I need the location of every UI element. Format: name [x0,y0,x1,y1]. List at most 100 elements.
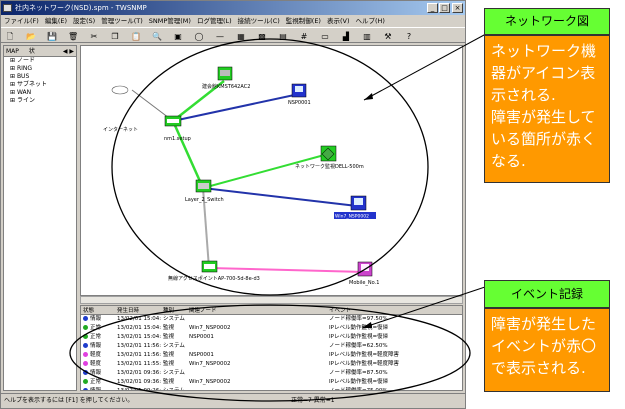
help-icon[interactable]: ? [403,30,415,42]
save-icon[interactable]: 💾 [46,30,58,42]
node-mobile[interactable]: Mobile_No.1 [349,261,379,286]
cell-spacer [239,333,327,342]
node-monitor[interactable]: ネットワーク監視DELL-500m [295,145,364,170]
group-icon[interactable]: ▦ [235,30,247,42]
cell-node: Win7_NSP0002 [189,379,231,385]
table-row[interactable]: 正常 13/02/01 09:36:18監視 Win7_NSP0002 IPレベル動作… [81,378,462,387]
cell-spacer [239,324,327,333]
cut-icon[interactable]: ✂ [88,30,100,42]
cell-state: 正常 [90,379,102,385]
cell-state: 情報 [90,343,102,349]
event-callout-title: イベント記録 [484,280,610,308]
link-l2switch-win7 [202,187,358,207]
menu-item-9[interactable]: ヘルプ(H) [353,17,388,25]
tool-icon[interactable]: ⚒ [382,30,394,42]
ring-icon[interactable]: ◯ [193,30,205,42]
expand-icon[interactable]: ⊞ [10,65,17,72]
tree-item[interactable]: ⊞ ノード [4,57,76,65]
copy-icon[interactable]: ❐ [109,30,121,42]
table-row[interactable]: 軽度 13/02/01 11:55:22監視 Win7_NSP0002 IPレベル動作… [81,360,462,369]
node-server-kmst[interactable]: 建会館KMST642AC2 [202,66,250,90]
trash-icon[interactable]: 🗑 [67,30,79,42]
cell-spacer [239,369,327,378]
menu-item-3[interactable]: 管理ツール(T) [98,17,146,25]
table-row[interactable]: 軽度 13/02/01 11:56:15監視 NSP0001 IPレベル動作監視=軽度… [81,351,462,360]
expand-icon[interactable]: ⊞ [10,89,17,96]
table-icon[interactable]: ▤ [277,30,289,42]
cell-event: IPレベル動作監視=復帰 [329,334,389,340]
menu-item-7[interactable]: 監視制御(E) [283,17,324,25]
tree-tabs: MAP 状 ◀ ▶ [4,46,76,57]
table-row[interactable]: 情報 13/02/01 09:36:43システム ノード稼働率=87.50% [81,369,462,378]
title-bar[interactable]: 社内ネットワーク(NSD).spm - TWSNMP _ □ × [1,1,465,15]
tree-item[interactable]: ⊞ WAN [4,89,76,97]
network-map-canvas: 建会館KMST642AC2 NSP0001 インターネット nm1.setup … [103,66,379,286]
expand-icon[interactable]: ⊞ [10,81,17,88]
tree-item[interactable]: ⊞ BUS [4,73,76,81]
menu-item-1[interactable]: 編集(E) [42,17,70,25]
cell-spacer [239,387,327,390]
doc-icon[interactable]: ▭ [319,30,331,42]
find-icon[interactable]: 🔍 [151,30,163,42]
expand-icon[interactable]: ⊞ [10,57,17,64]
column-node[interactable]: 関連ノード [187,306,239,314]
cell-event: IPレベル動作監視=復帰 [329,325,389,331]
node-label-nsp0001: NSP0001 [288,100,311,106]
event-log-table[interactable]: 状態 発生日時 種別 関連ノード イベント 情報 13/02/01 15:04:4… [80,305,463,391]
node-icon[interactable]: ▣ [172,30,184,42]
column-event[interactable]: イベント [327,306,462,314]
node-access-point[interactable]: 無線アクセスポイントAP-700-5d-8e-d3 [168,260,260,282]
node-internet[interactable]: インターネット [103,85,138,133]
line-icon[interactable]: — [214,30,226,42]
paste-icon[interactable]: 📋 [130,30,142,42]
tree-item[interactable]: ⊞ RING [4,65,76,73]
grid-icon[interactable]: # [298,30,310,42]
cell-node: NSP0001 [189,334,214,340]
open-icon[interactable]: 📂 [25,30,37,42]
table-row[interactable]: 情報 13/02/01 09:26:43システム ノード稼働率=75.00% [81,387,462,390]
image-icon[interactable]: ▩ [256,30,268,42]
tab-status[interactable]: 状 [29,48,35,55]
column-state[interactable]: 状態 [81,306,115,314]
column-kind[interactable]: 種別 [161,306,187,314]
minimize-button[interactable]: _ [427,3,438,13]
menu-item-8[interactable]: 表示(V) [324,17,353,25]
menu-item-2[interactable]: 設定(S) [70,17,98,25]
table-row[interactable]: 情報 13/02/01 15:04:43システム ノード稼働率=97.50% [81,315,462,324]
node-win7[interactable]: Win7_NSP0002 [334,195,376,220]
menu-item-5[interactable]: ログ管理(L) [194,17,235,25]
tab-scroll-arrows[interactable]: ◀ ▶ [63,46,74,57]
expand-icon[interactable]: ⊞ [10,73,17,80]
chart-icon[interactable]: ▟ [340,30,352,42]
table-row[interactable]: 正常 13/02/01 15:04:13監視 Win7_NSP0002 IPレベル動作… [81,324,462,333]
cell-kind: システム [163,343,185,349]
network-map[interactable]: 建会館KMST642AC2 NSP0001 インターネット nm1.setup … [80,45,463,296]
map-horizontal-scrollbar[interactable] [80,296,463,304]
expand-icon[interactable]: ⊞ [10,97,17,104]
tree-panel[interactable]: MAP 状 ◀ ▶ ⊞ ノード ⊞ RING ⊞ BUS ⊞ サブネット ⊞ WAN ⊞ … [3,45,77,391]
network-callout-body: ネットワーク機 器がアイコン表 示される. 障害が発生して いる箇所が赤く なる… [484,35,610,183]
state-dot-icon [83,370,88,375]
menu-item-0[interactable]: ファイル(F) [1,17,42,25]
mib-icon[interactable]: ▥ [361,30,373,42]
cell-event: IPレベル動作監視=復帰 [329,379,389,385]
table-row[interactable]: 正常 13/02/01 15:04:05監視 NSP0001 IPレベル動作監視=復帰 [81,333,462,342]
menu-item-4[interactable]: SNMP管理(M) [146,17,194,25]
cell-spacer [239,351,327,360]
cell-state: 正常 [90,325,102,331]
tab-map[interactable]: MAP [6,48,19,55]
tree-item[interactable]: ⊞ ライン [4,97,76,105]
new-icon[interactable]: 🗋 [4,30,16,42]
toolbar: 🗋 📂 💾 🗑 ✂ ❐ 📋 🔍 ▣ ◯ — ▦ ▩ ▤ # ▭ ▟ ▥ ⚒? [1,27,465,43]
cell-time: 13/02/01 15:04:13 [117,325,161,331]
maximize-button[interactable]: □ [439,3,450,13]
column-time[interactable]: 発生日時 [115,306,161,314]
tree-item-label: WAN [16,89,32,96]
cell-spacer [239,342,327,351]
close-button[interactable]: × [452,3,463,13]
node-label-mobile: Mobile_No.1 [349,280,379,286]
cell-kind: システム [163,316,185,322]
table-row[interactable]: 情報 13/02/01 11:56:43システム ノード稼働率=62.50% [81,342,462,351]
tree-item[interactable]: ⊞ サブネット [4,81,76,89]
menu-item-6[interactable]: 接続ツール(C) [235,17,283,25]
